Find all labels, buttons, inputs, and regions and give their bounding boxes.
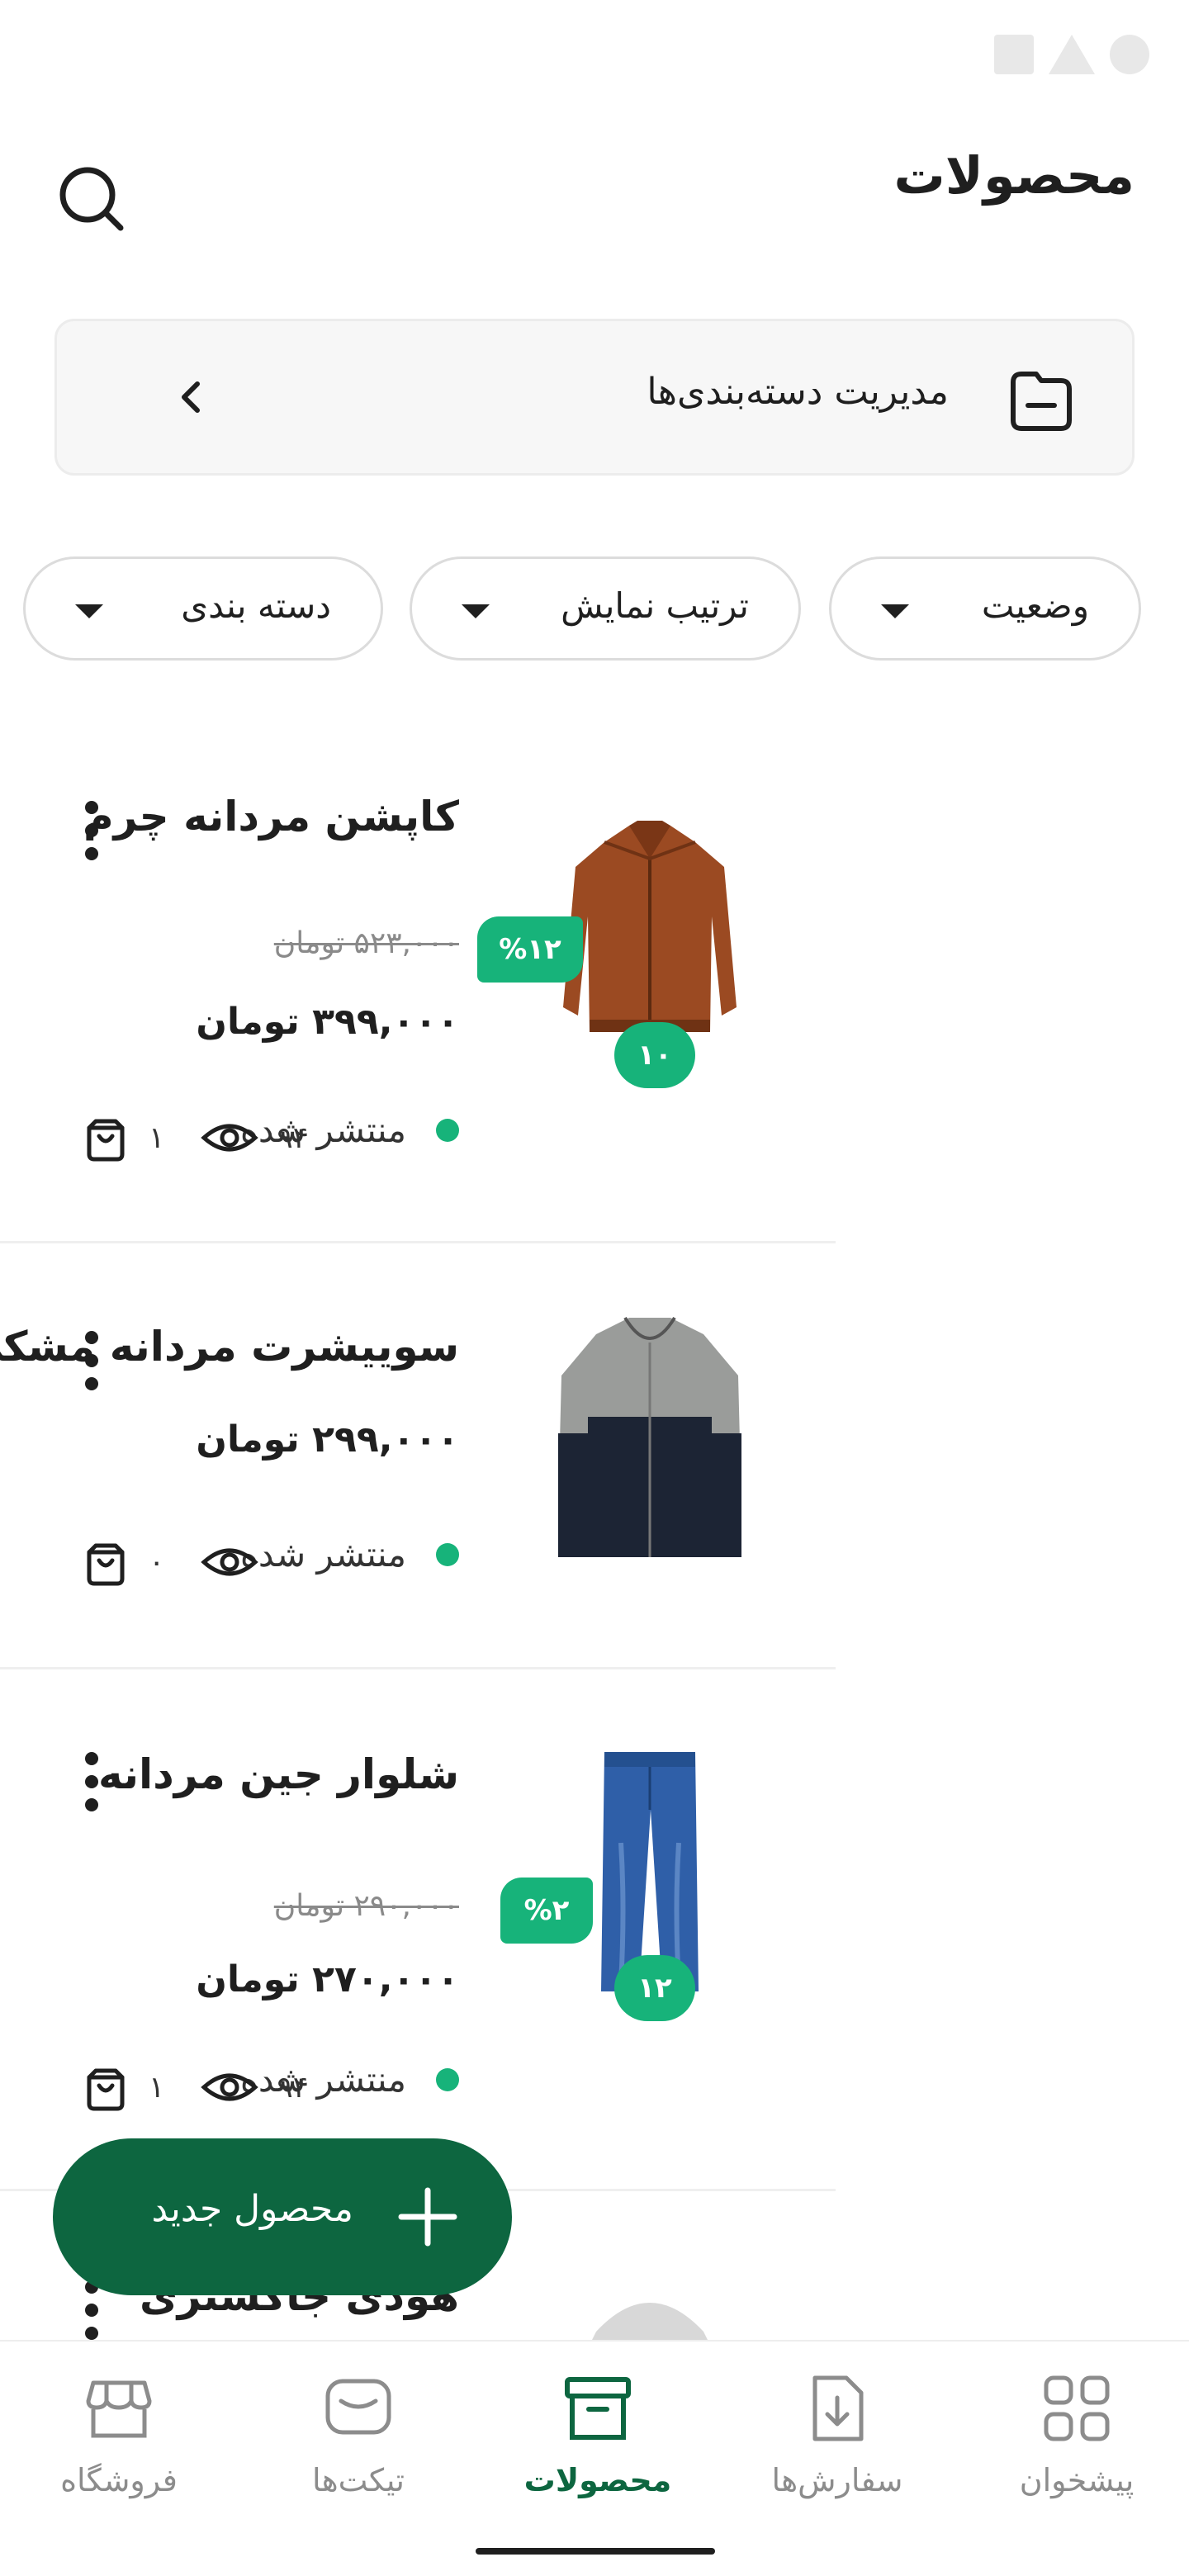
status-dot-icon: [436, 1118, 459, 1142]
more-options-icon[interactable]: [79, 1752, 104, 1818]
product-title: کاپشن مردانه چرم: [83, 793, 459, 841]
new-product-label: محصول جدید: [151, 2188, 353, 2230]
filter-category[interactable]: دسته بندی: [23, 556, 383, 661]
filter-status-label: وضعیت: [981, 585, 1089, 626]
product-price: ۳۹۹,۰۰۰ تومان: [196, 1001, 459, 1043]
grid-icon: [1044, 2375, 1110, 2441]
bottom-navigation: فروشگاه تیکت‌ها محصولات سفارش‌ها پیش: [0, 2340, 1189, 2576]
nav-orders-label: سفارش‌ها: [771, 2462, 903, 2498]
product-image-gray-hoodie: [592, 2303, 708, 2340]
caret-down-icon: [881, 604, 909, 618]
chat-icon: [325, 2379, 391, 2435]
views-count: ۰: [277, 1545, 293, 1579]
square-icon: [994, 35, 1034, 74]
circle-icon: [1110, 35, 1149, 74]
cart-bag-icon: [87, 2068, 125, 2111]
new-product-button[interactable]: محصول جدید: [53, 2138, 512, 2295]
eye-icon: [201, 1548, 259, 1576]
folder-icon: [1011, 372, 1072, 431]
nav-orders[interactable]: سفارش‌ها: [746, 2371, 928, 2498]
views-count: ۹۴: [277, 2070, 310, 2105]
archive-box-icon: [565, 2377, 631, 2440]
product-price: ۲۹۹,۰۰۰ تومان: [196, 1418, 459, 1461]
product-title: سوییشرت مردانه مشکی: [0, 1323, 459, 1371]
product-title: شلوار جین مردانه: [97, 1750, 459, 1798]
product-price: ۲۷۰,۰۰۰ تومان: [196, 1958, 459, 2001]
filter-category-label: دسته بندی: [181, 585, 331, 626]
page-title: محصولات: [893, 145, 1135, 206]
eye-icon: [201, 1124, 259, 1152]
status-dot-icon: [436, 2067, 459, 2091]
product-item[interactable]: سوییشرت مردانه مشکی ۲۹۹,۰۰۰ تومان منتشر …: [0, 1243, 836, 1669]
discount-badge: %۱۲: [477, 916, 583, 983]
home-indicator: [476, 2548, 715, 2555]
nav-dashboard[interactable]: پیشخوان: [986, 2371, 1168, 2498]
product-image-hoodie: [558, 1316, 741, 1557]
more-options-icon[interactable]: [79, 2280, 104, 2340]
search-button[interactable]: [51, 159, 130, 238]
filter-sort[interactable]: ترتیب نمایش: [410, 556, 801, 661]
nav-store-label: فروشگاه: [60, 2462, 178, 2498]
store-icon: [86, 2380, 152, 2438]
product-item[interactable]: ۱۲ شلوار جین مردانه ۲۹۰,۰۰۰ تومان %۲ ۲۷۰…: [0, 1669, 836, 2191]
product-stats: ۱ ۹۴: [81, 1113, 309, 1163]
discount-badge: %۲: [500, 1878, 593, 1944]
product-item[interactable]: ۱۰ کاپشن مردانه چرم ۵۲۳,۰۰۰ تومان %۱۲ ۳۹…: [0, 743, 836, 1243]
status-dot-icon: [436, 1542, 459, 1566]
product-old-price: ۵۲۳,۰۰۰ تومان: [273, 926, 459, 960]
product-stats: ۱ ۹۴: [81, 2062, 309, 2112]
more-options-icon[interactable]: [79, 801, 104, 867]
nav-products[interactable]: محصولات: [507, 2371, 689, 2498]
orders-count: ۱: [149, 2070, 165, 2105]
stock-badge: ۱۰: [614, 1022, 695, 1088]
search-icon: [59, 167, 124, 231]
caret-down-icon: [75, 604, 103, 618]
product-old-price: ۲۹۰,۰۰۰ تومان: [273, 1889, 459, 1923]
category-manager-label: مدیریت دسته‌بندی‌ها: [647, 371, 949, 413]
nav-store[interactable]: فروشگاه: [28, 2371, 210, 2498]
chevron-left-icon: [182, 381, 200, 413]
product-stats: ۰ ۰: [81, 1537, 293, 1587]
cart-bag-icon: [87, 1543, 125, 1586]
nav-tickets[interactable]: تیکت‌ها: [268, 2371, 449, 2498]
more-options-icon[interactable]: [79, 1331, 104, 1397]
orders-count: ۰: [149, 1545, 165, 1579]
triangle-icon: [1049, 35, 1095, 74]
nav-dashboard-label: پیشخوان: [1019, 2462, 1135, 2498]
eye-icon: [201, 2073, 259, 2101]
nav-tickets-label: تیکت‌ها: [312, 2462, 405, 2498]
category-manager-card[interactable]: مدیریت دسته‌بندی‌ها: [54, 319, 1135, 476]
views-count: ۹۴: [277, 1120, 310, 1155]
cart-bag-icon: [87, 1119, 125, 1162]
download-doc-icon: [812, 2375, 864, 2441]
orders-count: ۱: [149, 1120, 165, 1155]
nav-products-label: محصولات: [523, 2462, 672, 2498]
filter-status[interactable]: وضعیت: [829, 556, 1141, 661]
stock-badge: ۱۲: [614, 1955, 695, 2021]
status-bar-icons: [994, 33, 1149, 76]
filter-sort-label: ترتیب نمایش: [561, 585, 749, 626]
caret-down-icon: [462, 604, 490, 618]
plus-icon: [398, 2187, 457, 2247]
